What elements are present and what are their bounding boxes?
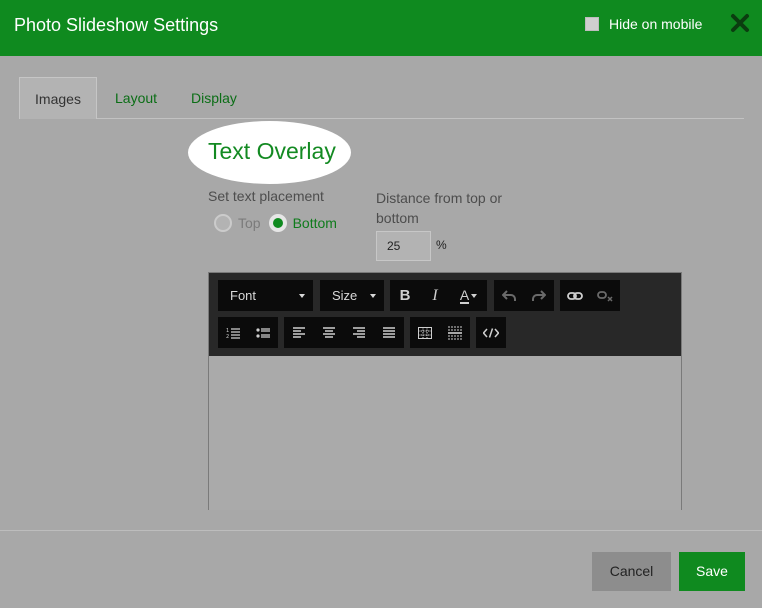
insert-group — [410, 317, 470, 348]
bold-icon[interactable]: B — [390, 280, 420, 311]
rich-text-editor[interactable]: Font Size B I A 1 2 — [208, 272, 682, 510]
save-button[interactable]: Save — [679, 552, 745, 591]
distance-input[interactable]: 25 — [376, 231, 431, 261]
font-dropdown-label: Font — [230, 288, 257, 303]
hide-on-mobile-toggle[interactable]: Hide on mobile — [585, 16, 702, 32]
hide-on-mobile-checkbox[interactable] — [585, 17, 599, 31]
hide-on-mobile-label: Hide on mobile — [609, 16, 703, 32]
cancel-button[interactable]: Cancel — [592, 552, 671, 591]
distance-unit: % — [436, 238, 447, 252]
svg-text:2: 2 — [226, 334, 229, 339]
chevron-down-icon — [299, 293, 305, 298]
text-placement-radio-group: Top Bottom — [214, 214, 345, 232]
link-group — [560, 280, 620, 311]
horizontal-rule-icon[interactable] — [440, 317, 470, 348]
dialog-title: Photo Slideshow Settings — [14, 15, 219, 35]
code-group — [476, 317, 506, 348]
size-dropdown-label: Size — [332, 288, 358, 303]
unordered-list-icon[interactable] — [248, 317, 278, 348]
undo-icon[interactable] — [494, 280, 524, 311]
tab-images[interactable]: Images — [19, 77, 97, 119]
align-justify-icon[interactable] — [374, 317, 404, 348]
align-group — [284, 317, 404, 348]
align-center-icon[interactable] — [314, 317, 344, 348]
font-group: Font — [218, 280, 313, 311]
size-group: Size — [320, 280, 384, 311]
distance-label: Distance from top or bottom — [376, 190, 503, 226]
tab-display[interactable]: Display — [191, 77, 237, 119]
text-placement-label: Set text placement — [208, 188, 324, 204]
size-dropdown[interactable]: Size — [320, 280, 384, 311]
font-dropdown[interactable]: Font — [218, 280, 313, 311]
settings-tabs: Images Layout Display — [19, 77, 744, 119]
code-view-icon[interactable] — [476, 317, 506, 348]
history-group — [494, 280, 554, 311]
tab-layout[interactable]: Layout — [115, 77, 157, 119]
unlink-icon[interactable] — [590, 280, 620, 311]
chevron-down-icon — [370, 293, 376, 298]
placement-top-label[interactable]: Top — [238, 215, 261, 231]
dialog-header: Photo Slideshow Settings Hide on mobile — [0, 0, 762, 56]
table-icon[interactable] — [410, 317, 440, 348]
format-group: B I A — [390, 280, 487, 311]
text-overlay-heading: Text Overlay — [208, 138, 336, 164]
align-right-icon[interactable] — [344, 317, 374, 348]
text-overlay-heading-highlight: Text Overlay — [188, 121, 351, 184]
align-left-icon[interactable] — [284, 317, 314, 348]
close-icon[interactable] — [729, 12, 751, 34]
placement-top-radio[interactable] — [214, 214, 232, 232]
placement-bottom-radio[interactable] — [268, 214, 287, 232]
editor-toolbar: Font Size B I A 1 2 — [209, 273, 681, 356]
text-color-icon[interactable]: A — [450, 280, 487, 311]
italic-icon[interactable]: I — [420, 280, 450, 311]
redo-icon[interactable] — [524, 280, 554, 311]
ordered-list-icon[interactable]: 12 — [218, 317, 248, 348]
placement-bottom-label[interactable]: Bottom — [293, 215, 337, 231]
list-group: 12 — [218, 317, 278, 348]
link-icon[interactable] — [560, 280, 590, 311]
